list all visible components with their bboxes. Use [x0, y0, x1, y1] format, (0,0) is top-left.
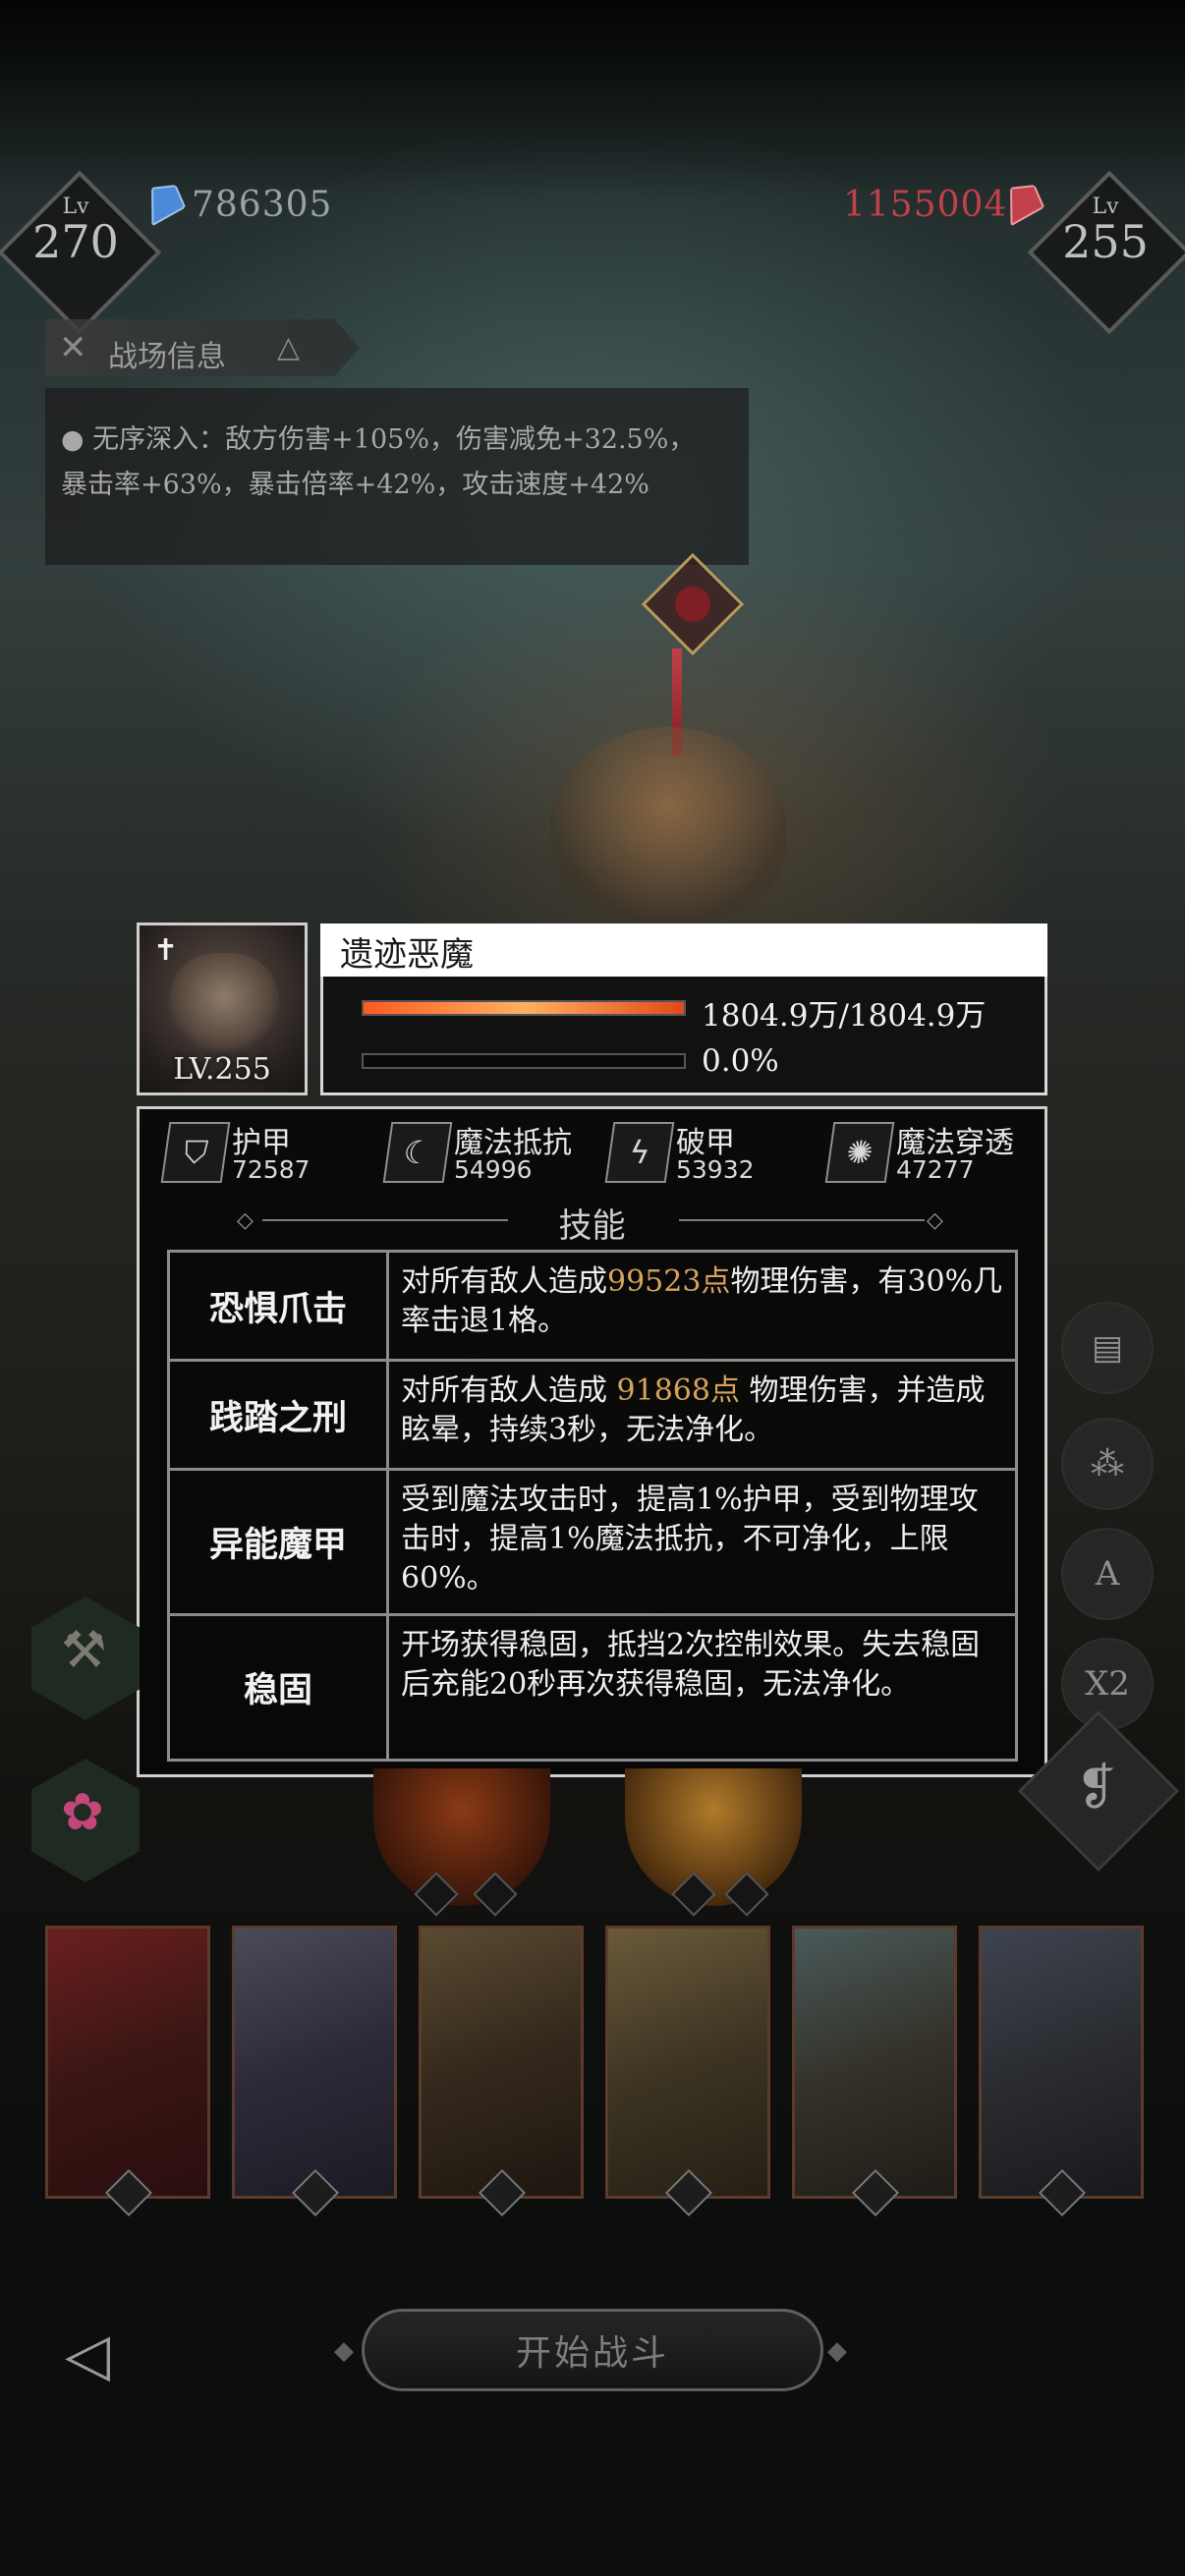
enemy-power: 1155004	[843, 185, 1008, 225]
hp-text: 1804.9万/1804.9万	[702, 998, 987, 1034]
start-battle-button[interactable]: 开始战斗	[362, 2309, 823, 2391]
skill-name: 稳固	[170, 1616, 389, 1759]
player-power: 786305	[192, 185, 333, 225]
skill-description: 开场获得稳固，抵挡2次控制效果。失去稳固后充能20秒再次获得稳固，无法净化。	[401, 1628, 981, 1702]
skills-header: ◇ 技能 ◇	[137, 1197, 1047, 1246]
book-icon: ▤	[1091, 1328, 1124, 1368]
battlefield-effect-text: ● 无序深入：敌方伤害+105%，伤害减免+32.5%，暴击率+63%，暴击倍率…	[61, 424, 696, 500]
energy-text: 0.0%	[702, 1043, 779, 1079]
skill-row: 践踏之刑 对所有敌人造成 91868点 物理伤害，并造成眩晕，持续3秒，无法净化…	[170, 1362, 1015, 1471]
hero-card-1[interactable]	[45, 1926, 210, 2199]
skill-row: 稳固 开场获得稳固，抵挡2次控制效果。失去稳固后充能20秒再次获得稳固，无法净化…	[170, 1616, 1015, 1759]
hero-card-3[interactable]	[419, 1926, 584, 2199]
auto-button[interactable]: A	[1061, 1528, 1154, 1620]
hp-bar-fill	[364, 1002, 684, 1014]
cross-icon: ✝	[153, 933, 179, 968]
speed-button[interactable]: X2	[1061, 1638, 1154, 1730]
player-level: 270	[32, 215, 119, 268]
formation-button[interactable]: ⁂	[1061, 1418, 1154, 1510]
boss-name: 遗迹恶魔	[340, 935, 474, 975]
circles-icon: ⁂	[1091, 1444, 1124, 1484]
magic-pierce-icon: ✺	[824, 1122, 895, 1183]
start-ornament-right-icon: ◆	[827, 2336, 847, 2366]
stat-value: 72587	[232, 1155, 310, 1184]
crossed-swords-icon: ✕	[59, 328, 87, 367]
ornament-right-icon: ◇	[927, 1208, 943, 1233]
hero-card-2[interactable]	[232, 1926, 397, 2199]
skill-description: 对所有敌人造成 91868点 物理伤害，并造成眩晕，持续3秒，无法净化。	[401, 1373, 986, 1447]
skills-title: 技能	[558, 1206, 626, 1246]
skill-description: 受到魔法攻击时，提高1%护甲，受到物理攻击时，提高1%魔法抵抗，不可净化，上限6…	[401, 1483, 979, 1596]
book-button[interactable]: ▤	[1061, 1302, 1154, 1394]
stat-value: 47277	[896, 1155, 975, 1184]
skill-name: 异能魔甲	[170, 1471, 389, 1613]
info-toggle-icon[interactable]: △	[277, 330, 300, 364]
battlefield-info-title: 战场信息	[108, 340, 226, 374]
skill-name: 践踏之刑	[170, 1362, 389, 1468]
stat-value: 53932	[676, 1155, 755, 1184]
enemy-target-marker	[641, 552, 745, 656]
shield-icon: ⛉	[160, 1122, 231, 1183]
skill-name: 恐惧爪击	[170, 1253, 389, 1359]
hero-card-4[interactable]	[605, 1926, 770, 2199]
energy-bar	[362, 1053, 686, 1069]
skill-description: 对所有敌人造成99523点物理伤害，有30%几率击退1格。	[401, 1264, 1003, 1338]
skill-row: 恐惧爪击 对所有敌人造成99523点物理伤害，有30%几率击退1格。	[170, 1253, 1015, 1362]
stat-value: 54996	[454, 1155, 533, 1184]
boss-level: LV.255	[173, 1052, 271, 1087]
bullet-icon: ●	[61, 424, 93, 455]
hp-bar	[362, 1000, 686, 1016]
boss-figure	[169, 953, 279, 1051]
enemy-level-badge: Lv 255	[1042, 195, 1169, 264]
top-shade	[0, 0, 1185, 196]
enemy-level: 255	[1062, 215, 1149, 268]
divider	[679, 1219, 925, 1221]
magic-resist-icon: ☾	[382, 1122, 453, 1183]
hammer-icon: ⚒	[61, 1621, 107, 1680]
auto-label: A	[1095, 1554, 1120, 1594]
demon-figure[interactable]	[550, 727, 786, 924]
potion-icon: ✿	[61, 1783, 104, 1842]
hero-card-5[interactable]	[792, 1926, 957, 2199]
start-ornament-left-icon: ◆	[334, 2336, 354, 2366]
skills-table: 恐惧爪击 对所有敌人造成99523点物理伤害，有30%几率击退1格。 践踏之刑 …	[167, 1250, 1018, 1762]
player-level-badge: Lv 270	[12, 195, 140, 264]
hero-card-6[interactable]	[979, 1926, 1144, 2199]
scroll-icon: ❡	[1076, 1759, 1117, 1816]
boss-portrait: ✝ LV.255	[137, 923, 308, 1095]
speed-label: X2	[1085, 1664, 1130, 1704]
armor-break-icon: ϟ	[604, 1122, 675, 1183]
skill-row: 异能魔甲 受到魔法攻击时，提高1%护甲，受到物理攻击时，提高1%魔法抵抗，不可净…	[170, 1471, 1015, 1616]
back-arrow-icon[interactable]: ◁	[65, 2321, 110, 2389]
